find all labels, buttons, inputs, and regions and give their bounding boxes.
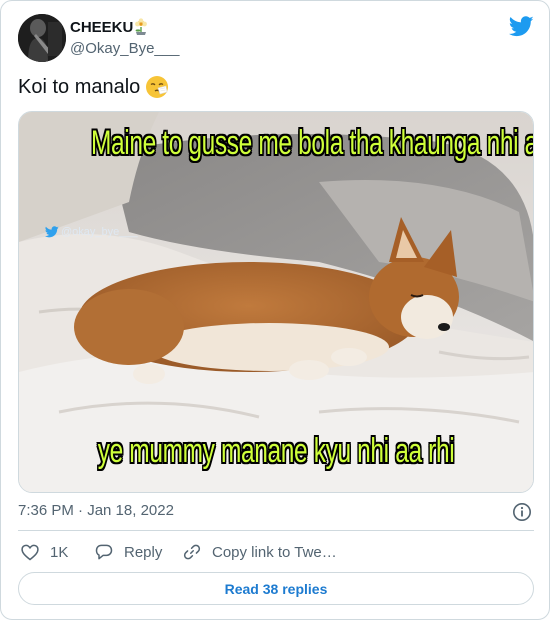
sneezing-face-emoji-icon	[146, 76, 169, 98]
like-button[interactable]: 1K	[20, 542, 68, 562]
twitter-bird-icon[interactable]	[509, 16, 534, 37]
avatar[interactable]	[18, 14, 66, 62]
user-handle[interactable]: @Okay_Bye___	[70, 40, 179, 57]
heart-icon	[21, 544, 39, 561]
copy-link-label: Copy link to Twe…	[212, 543, 337, 561]
tweet-timestamp[interactable]: 7:36 PM · Jan 18, 2022	[18, 502, 174, 519]
reply-label: Reply	[124, 543, 163, 561]
flower-emoji-icon	[135, 18, 147, 35]
twitter-bird-watermark-icon	[45, 226, 59, 238]
copy-link-button[interactable]: Copy link to Twe…	[182, 542, 337, 562]
meme-top-caption: Maine to gusse me bola tha khaunga nhi a…	[90, 124, 534, 162]
reply-bubble-icon	[95, 544, 113, 560]
media-watermark: @okay_bye___	[45, 226, 138, 238]
info-icon[interactable]	[512, 502, 532, 522]
divider	[18, 530, 534, 531]
reply-button[interactable]: Reply	[94, 542, 162, 562]
display-name[interactable]: CHEEKU	[70, 19, 133, 36]
watermark-text: @okay_bye___	[61, 226, 138, 238]
like-count: 1K	[50, 543, 69, 561]
read-replies-button[interactable]: Read 38 replies	[18, 572, 534, 605]
link-icon	[183, 544, 201, 560]
tweet-text: Koi to manalo	[18, 75, 169, 99]
meme-bottom-caption: ye mummy manane kyu nhi aa rhi	[97, 432, 455, 470]
tweet-media-image[interactable]: @okay_bye___ Maine to gusse me bola tha …	[18, 111, 534, 493]
tweet-card: CHEEKU @Okay_Bye___ Koi to manalo @okay_…	[0, 0, 550, 620]
tweet-text-content: Koi to manalo	[18, 75, 141, 98]
